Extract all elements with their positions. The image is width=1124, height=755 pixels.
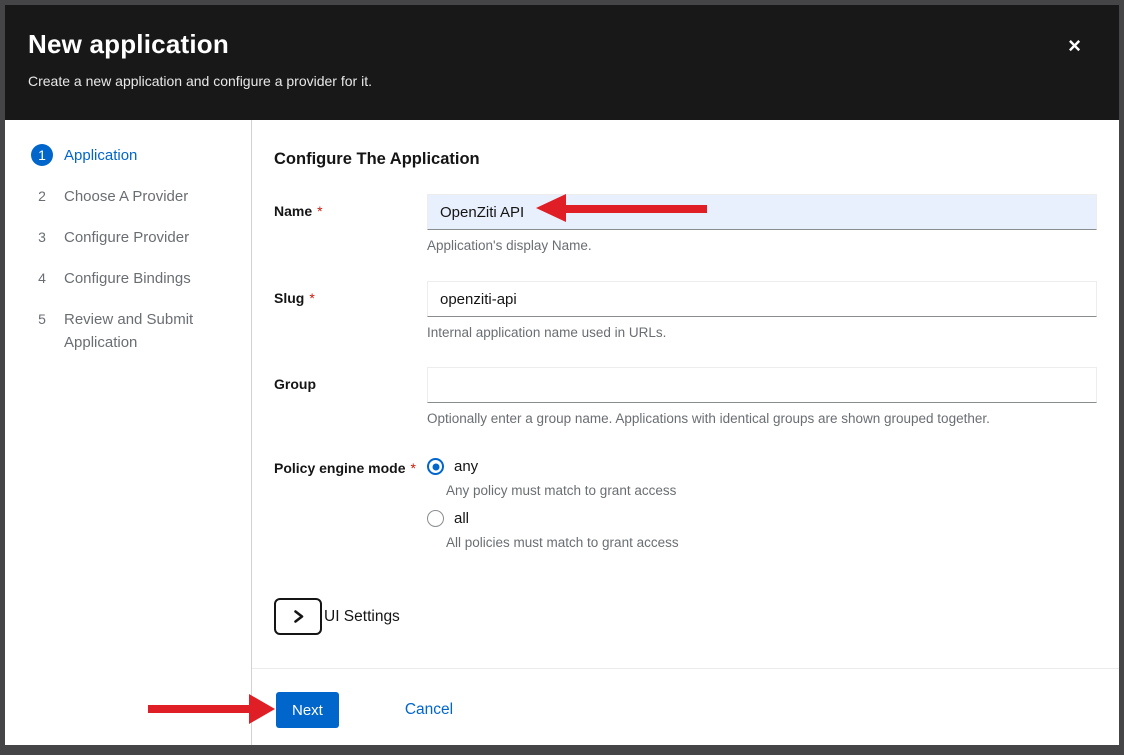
slug-label: Slug* — [274, 281, 427, 342]
modal-header: New application Create a new application… — [5, 5, 1119, 120]
required-asterisk: * — [309, 290, 314, 306]
radio-all[interactable] — [427, 510, 444, 527]
radio-any-helper: Any policy must match to grant access — [446, 483, 1097, 498]
step-number: 4 — [31, 267, 53, 289]
wizard-step-list: 1 Application 2 Choose A Provider 3 Conf… — [5, 120, 252, 745]
chevron-right-icon — [293, 610, 304, 623]
group-form-row: Group Optionally enter a group name. App… — [274, 367, 1097, 428]
close-icon[interactable]: × — [1060, 31, 1089, 61]
wizard-step-choose-provider[interactable]: 2 Choose A Provider — [31, 185, 239, 208]
policy-engine-mode-label: Policy engine mode* — [274, 458, 427, 562]
modal-body: 1 Application 2 Choose A Provider 3 Conf… — [5, 120, 1119, 745]
slug-helper-text: Internal application name used in URLs. — [427, 324, 1097, 342]
ui-settings-label: UI Settings — [324, 608, 400, 626]
policy-option-all: all All policies must match to grant acc… — [427, 510, 1097, 550]
radio-any[interactable] — [427, 458, 444, 475]
step-label: Configure Bindings — [64, 267, 191, 290]
wizard-step-review-submit[interactable]: 5 Review and Submit Application — [31, 308, 239, 354]
step-number: 2 — [31, 185, 53, 207]
group-helper-text: Optionally enter a group name. Applicati… — [427, 410, 1097, 428]
modal-subtitle: Create a new application and configure a… — [28, 73, 1095, 89]
required-asterisk: * — [317, 203, 322, 219]
page-title: Configure The Application — [274, 150, 1097, 169]
wizard-footer: Next Cancel — [252, 668, 1119, 745]
new-application-modal: New application Create a new application… — [5, 5, 1119, 745]
group-field[interactable] — [427, 367, 1097, 403]
wizard-step-application[interactable]: 1 Application — [31, 144, 239, 167]
step-label: Configure Provider — [64, 226, 189, 249]
modal-title: New application — [28, 29, 1095, 60]
name-helper-text: Application's display Name. — [427, 237, 1097, 255]
wizard-step-configure-provider[interactable]: 3 Configure Provider — [31, 226, 239, 249]
group-label: Group — [274, 367, 427, 428]
radio-all-label[interactable]: all — [454, 510, 469, 527]
next-button[interactable]: Next — [276, 692, 339, 728]
step-label: Review and Submit Application — [64, 308, 212, 354]
step-number: 3 — [31, 226, 53, 248]
name-field[interactable] — [427, 194, 1097, 230]
cancel-link[interactable]: Cancel — [405, 701, 453, 719]
radio-any-label[interactable]: any — [454, 458, 478, 475]
ui-settings-section: UI Settings — [274, 598, 1097, 635]
name-form-row: Name* Application's display Name. — [274, 194, 1097, 255]
step-number-badge: 1 — [31, 144, 53, 166]
step-label: Application — [64, 144, 137, 167]
wizard-main-panel: Configure The Application Name* Applicat… — [252, 120, 1119, 745]
wizard-step-configure-bindings[interactable]: 4 Configure Bindings — [31, 267, 239, 290]
radio-all-helper: All policies must match to grant access — [446, 535, 1097, 550]
application-form: Configure The Application Name* Applicat… — [252, 120, 1119, 668]
name-label: Name* — [274, 194, 427, 255]
required-asterisk: * — [410, 460, 415, 476]
ui-settings-expand-button[interactable] — [274, 598, 322, 635]
policy-option-any: any Any policy must match to grant acces… — [427, 458, 1097, 498]
slug-form-row: Slug* Internal application name used in … — [274, 281, 1097, 342]
slug-field[interactable] — [427, 281, 1097, 317]
policy-engine-mode-row: Policy engine mode* any Any policy must … — [274, 458, 1097, 562]
step-label: Choose A Provider — [64, 185, 188, 208]
modal-frame: New application Create a new application… — [0, 0, 1124, 755]
step-number: 5 — [31, 308, 53, 330]
